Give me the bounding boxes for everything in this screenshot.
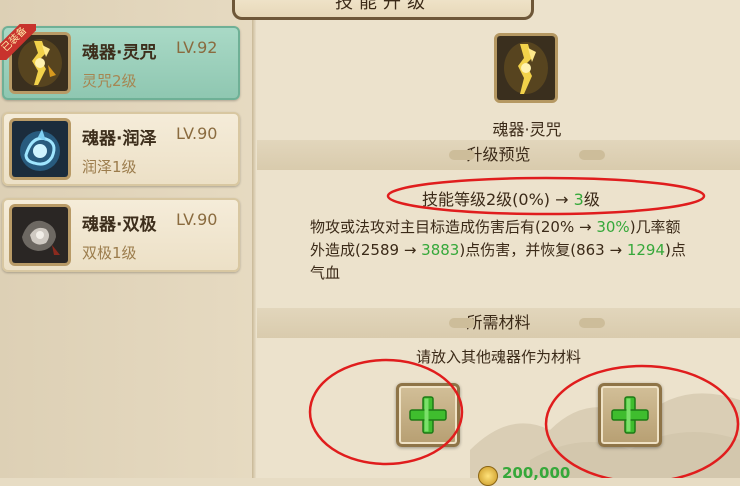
skill-sub-level: 润泽1级 — [82, 158, 137, 176]
upgrade-cost: 200,000 — [502, 464, 571, 482]
cloud-ornament-left — [449, 150, 475, 160]
page-title: 技能升级 — [232, 0, 534, 20]
material-slot-2[interactable] — [598, 383, 662, 447]
materials-header: 所需材料 — [257, 308, 740, 338]
skill-name: 魂器·灵咒 — [82, 43, 157, 63]
skill-item-lingzhou[interactable]: 已装备 魂器·灵咒 LV.92 灵咒2级 — [0, 24, 240, 100]
upgrade-preview-header: 升级预览 — [257, 140, 740, 170]
skill-level: LV.92 — [176, 38, 218, 57]
add-icon — [409, 396, 447, 434]
skill-name: 魂器·润泽 — [82, 129, 157, 149]
materials-hint: 请放入其他魂器作为材料 — [415, 348, 581, 366]
skill-sub-level: 双极1级 — [82, 244, 137, 262]
shuangji-skill-icon — [9, 204, 71, 266]
selected-skill-name: 魂器·灵咒 — [492, 120, 562, 139]
runze-skill-icon — [9, 118, 71, 180]
skill-item-runze[interactable]: 魂器·润泽 LV.90 润泽1级 — [2, 112, 240, 186]
cloud-ornament-right — [579, 150, 605, 160]
skill-level: LV.90 — [176, 124, 218, 143]
cloud-ornament-right — [579, 318, 605, 328]
coin-icon — [478, 466, 498, 486]
skill-level-change: 技能等级2级(0%) → 3级 — [422, 190, 600, 209]
skill-level: LV.90 — [176, 210, 218, 229]
cloud-ornament-left — [449, 318, 475, 328]
skill-name: 魂器·双极 — [82, 215, 157, 235]
add-icon — [611, 396, 649, 434]
skill-sub-level: 灵咒2级 — [82, 72, 137, 90]
material-slot-1[interactable] — [396, 383, 460, 447]
skill-item-shuangji[interactable]: 魂器·双极 LV.90 双极1级 — [2, 198, 240, 272]
selected-skill-icon — [494, 33, 558, 103]
skill-effect-description: 物攻或法攻对主目标造成伤害后有(20% → 30%)几率额 外造成(2589 →… — [310, 218, 686, 282]
equipped-badge: 已装备 — [0, 24, 36, 60]
